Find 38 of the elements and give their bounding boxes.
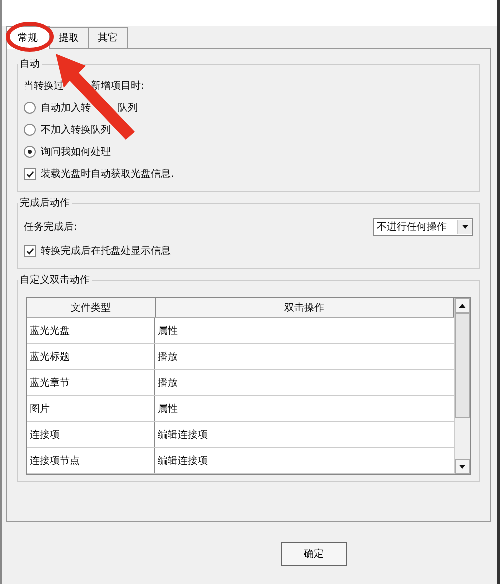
label: 当转换过 — [24, 80, 64, 93]
table-cell: 蓝光光盘 — [27, 318, 155, 343]
scrollbar[interactable] — [454, 298, 470, 474]
dropdown[interactable]: 不进行任何操作 — [373, 218, 473, 236]
radio-button[interactable] — [24, 146, 36, 158]
radio-button[interactable] — [24, 124, 36, 136]
option-label: 转换完成后在托盘处显示信息 — [41, 244, 171, 258]
scroll-up-icon[interactable] — [455, 298, 470, 313]
ok-button[interactable]: 确定 — [281, 542, 347, 566]
option-label: 队列 — [118, 102, 138, 115]
table-cell-text: 属性 — [157, 402, 179, 416]
table-cell: 蓝光标题 — [27, 344, 155, 369]
table-cell-text: 编辑连接项 — [157, 428, 209, 442]
table-cell: 连接项节点 — [27, 448, 155, 473]
column-header[interactable]: 双击操作 — [156, 298, 454, 317]
tab[interactable]: 其它 — [88, 27, 128, 48]
table-cell: 连接项 — [27, 422, 155, 447]
checkbox[interactable] — [24, 245, 36, 257]
table-cell-text: 播放 — [157, 376, 179, 390]
group-title: 自定义双击动作 — [19, 274, 91, 287]
field-label: 任务完成后: — [24, 220, 78, 234]
option-label: 询问我如何处理 — [41, 146, 111, 159]
option-label: 不加入转换队列 — [41, 124, 111, 137]
group-title: 自动 — [19, 58, 41, 71]
radio-button[interactable] — [24, 102, 36, 114]
checkbox[interactable] — [24, 168, 36, 180]
option-label: 装载光盘时自动获取光盘信息. — [41, 168, 174, 181]
group-title: 完成后动作 — [19, 196, 71, 210]
table-cell: 蓝光章节 — [27, 370, 155, 395]
table-cell-text: 属性 — [157, 324, 179, 338]
table-cell-text: 播放 — [157, 350, 179, 364]
column-header[interactable]: 文件类型 — [27, 298, 156, 317]
option-label: 自动加入转 — [41, 102, 91, 115]
scroll-thumb[interactable] — [455, 313, 470, 418]
table-cell: 图片 — [27, 396, 155, 421]
scroll-down-icon[interactable] — [455, 459, 470, 474]
table-cell-text: 编辑连接项 — [157, 454, 209, 468]
highlight-circle — [6, 22, 54, 52]
